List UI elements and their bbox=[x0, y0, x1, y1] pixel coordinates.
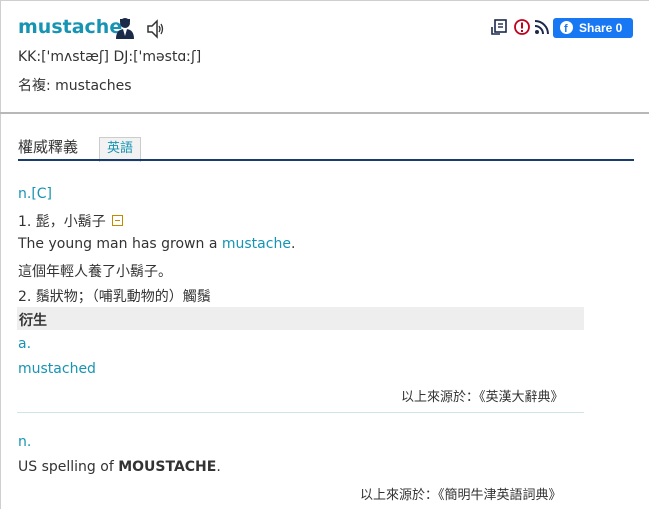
speaker-icon[interactable] bbox=[145, 18, 167, 40]
facebook-icon: f bbox=[560, 21, 573, 35]
definition-2-suffix: . bbox=[216, 459, 221, 475]
fold-icon[interactable] bbox=[111, 215, 123, 226]
plural-form: 名複: mustaches bbox=[18, 78, 132, 94]
header-divider bbox=[0, 112, 649, 114]
tab-authoritative-definitions[interactable]: 權威釋義 bbox=[18, 136, 78, 157]
example-translation: 這個年輕人養了小鬍子。 bbox=[18, 264, 172, 280]
definition-2-prefix: US spelling of bbox=[18, 459, 119, 475]
sense-1-text: 1. 髭，小鬍子 bbox=[18, 214, 106, 230]
word-header: mustache KK:['mʌstæʃ] DJ:['məstɑːʃ] 名複: … bbox=[0, 0, 649, 113]
part-of-speech-2: n. bbox=[18, 434, 32, 450]
person-icon bbox=[116, 18, 134, 39]
sense-1: 1. 髭，小鬍子 bbox=[18, 211, 123, 231]
source-attribution-2: 以上來源於：《簡明牛津英語詞典》 bbox=[360, 488, 562, 503]
definition-2-bold: MOUSTACHE bbox=[118, 459, 217, 475]
part-of-speech: n.[C] bbox=[18, 186, 53, 202]
entry-separator bbox=[17, 412, 584, 413]
example-prefix: The young man has grown a bbox=[18, 236, 222, 252]
derivative-link-mustached[interactable]: mustached bbox=[18, 361, 96, 377]
example-sentence: The young man has grown a mustache. bbox=[18, 236, 295, 252]
example-link-mustache[interactable]: mustache bbox=[222, 236, 291, 252]
sense-2: 2. 鬚狀物；（哺乳動物的）觸鬚 bbox=[18, 289, 211, 305]
phonetic: KK:['mʌstæʃ] DJ:['məstɑːʃ] bbox=[18, 49, 202, 65]
example-suffix: . bbox=[290, 236, 296, 252]
source-attribution-1: 以上來源於：《英漢大辭典》 bbox=[401, 390, 564, 405]
rss-icon[interactable] bbox=[533, 18, 551, 36]
share-label: Share 0 bbox=[579, 21, 623, 35]
note-icon[interactable] bbox=[491, 18, 509, 36]
derivatives-label: 衍生 bbox=[19, 313, 47, 329]
facebook-share-button[interactable]: f Share 0 bbox=[553, 18, 633, 38]
derivatives-header: 衍生 bbox=[17, 307, 584, 330]
derivative-pos: a. bbox=[18, 336, 32, 352]
headword: mustache bbox=[18, 16, 123, 38]
definition-2: US spelling of MOUSTACHE. bbox=[18, 459, 221, 475]
report-icon[interactable] bbox=[513, 18, 531, 36]
tab-underline bbox=[18, 159, 634, 161]
